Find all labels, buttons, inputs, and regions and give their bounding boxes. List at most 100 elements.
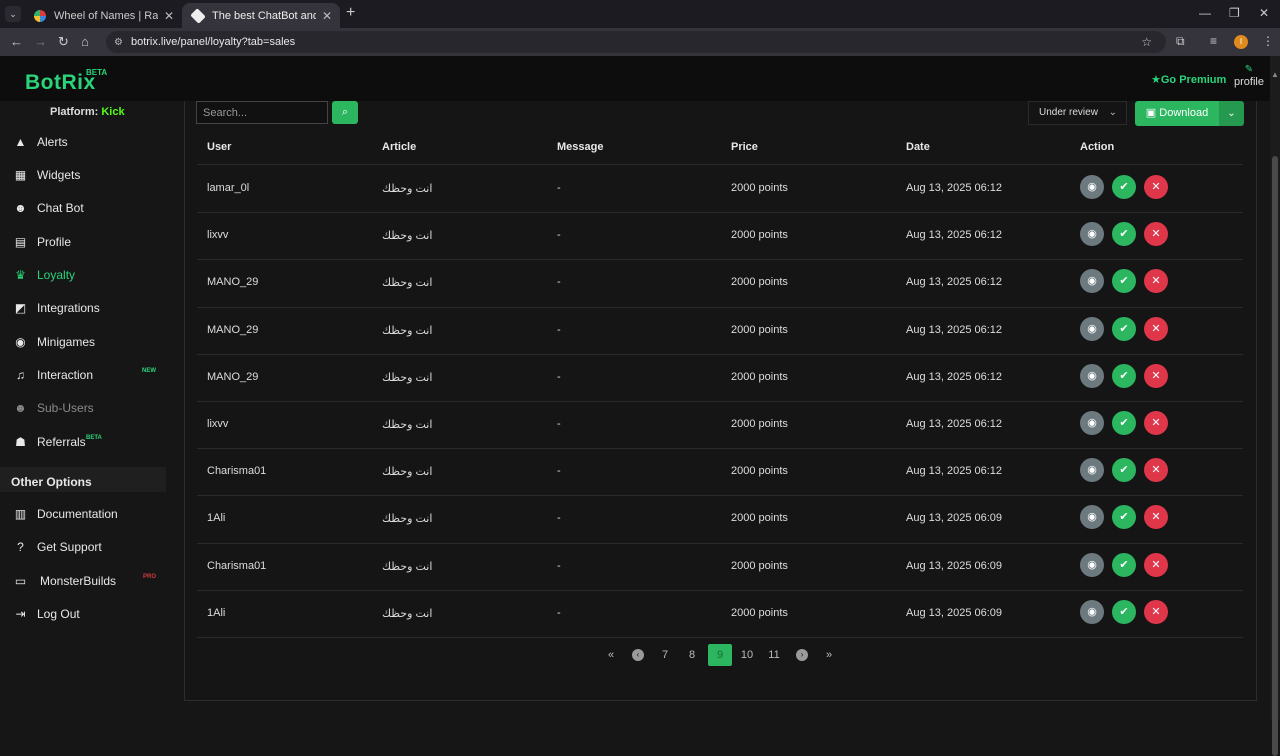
approve-button[interactable]: ✔ [1112,316,1136,341]
column-header-price[interactable]: Price [731,141,758,153]
view-button[interactable]: ◉ [1080,222,1104,247]
view-button[interactable]: ◉ [1080,411,1104,435]
sidebar-item-documentation[interactable]: ▥ Documentation [0,500,166,528]
page-7[interactable]: 7 [657,644,673,666]
home-icon[interactable]: ⌂ [81,34,89,49]
sidebar-item-get-support[interactable]: ? Get Support [0,533,166,561]
address-bar[interactable]: ⚙ botrix.live/panel/loyalty?tab=sales ☆ [106,31,1166,53]
cell-article: انت وحظك [382,419,433,431]
profile-link[interactable]: ✎ profile [1232,64,1266,88]
sidebar-item-interaction[interactable]: ♫ Interaction NEW [0,361,166,389]
go-premium-link[interactable]: ★Go Premium [1151,73,1226,86]
extensions-puzzle-icon[interactable]: ⧉ [1176,34,1185,49]
approve-button[interactable]: ✔ [1112,222,1136,247]
tab-title: Wheel of Names | Random name picker [54,9,158,22]
reject-button[interactable]: ✕ [1144,599,1168,624]
new-tab-plus-icon[interactable]: + [346,4,355,22]
tab-list-chevron-icon[interactable]: ⌄ [5,6,21,22]
sidebar-item-monsterbuilds[interactable]: ▭ MonsterBuilds PRO [0,567,166,595]
view-button[interactable]: ◉ [1080,175,1104,199]
view-button[interactable]: ◉ [1080,458,1104,483]
cell-date: Aug 13, 2025 06:12 [906,229,1003,242]
close-window-icon[interactable]: ✕ [1259,6,1269,20]
restore-window-icon[interactable]: ❐ [1229,6,1240,20]
check-icon: ✔ [1119,322,1129,335]
browser-profile-avatar[interactable]: I [1234,35,1248,49]
sidebar: Platform: Kick ▲ Alerts ▦ Widgets ☻ Chat… [0,101,166,720]
sidebar-item-loyalty[interactable]: ♛ Loyalty [0,261,166,289]
check-icon: ✔ [1119,275,1129,288]
page-11[interactable]: 11 [765,644,783,666]
approve-button[interactable]: ✔ [1112,552,1136,577]
scrollbar-thumb[interactable] [1272,156,1278,756]
approve-button[interactable]: ✔ [1112,411,1136,435]
sidebar-item-integrations[interactable]: ◩ Integrations [0,294,166,322]
view-button[interactable]: ◉ [1080,363,1104,388]
reload-icon[interactable]: ↻ [58,34,69,50]
minimize-window-icon[interactable]: — [1199,6,1211,20]
sidebar-item-widgets[interactable]: ▦ Widgets [0,161,166,189]
browser-tab-botrix[interactable]: The best ChatBot and Widgets for Kick ✕ [182,3,340,28]
column-header-article[interactable]: Article [382,141,416,153]
cell-message: - [557,465,561,478]
download-options-toggle[interactable]: ⌄ [1219,101,1244,126]
sidebar-item-sub-users[interactable]: ☻ Sub-Users [0,394,166,422]
reject-button[interactable]: ✕ [1144,316,1168,341]
check-icon: ✔ [1119,605,1129,618]
reject-button[interactable]: ✕ [1144,175,1168,199]
forward-arrow-icon[interactable]: → [34,34,47,49]
cell-user: lamar_0l [207,182,250,194]
download-button[interactable]: ▣ Download [1135,101,1219,126]
reject-button[interactable]: ✕ [1144,363,1168,388]
cell-price: 2000 points [731,229,788,242]
search-button[interactable]: ⌕ [332,101,358,124]
page-8[interactable]: 8 [684,644,700,666]
last-page-icon[interactable]: » [822,644,836,666]
column-header-user[interactable]: User [207,141,231,153]
media-queue-icon[interactable]: ≡ [1210,34,1217,48]
prev-page-icon[interactable]: ‹ [632,649,644,661]
reject-button[interactable]: ✕ [1144,458,1168,483]
page-9-current[interactable]: 9 [708,644,732,666]
close-icon: ✕ [1151,181,1161,193]
approve-button[interactable]: ✔ [1112,175,1136,199]
reject-button[interactable]: ✕ [1144,222,1168,247]
back-arrow-icon[interactable]: ← [10,34,23,49]
view-button[interactable]: ◉ [1080,316,1104,341]
column-header-date[interactable]: Date [906,141,930,153]
approve-button[interactable]: ✔ [1112,599,1136,624]
close-icon: ✕ [1151,275,1161,288]
view-button[interactable]: ◉ [1080,599,1104,624]
sidebar-item-log-out[interactable]: ⇥ Log Out [0,600,166,628]
browser-menu-kebab-icon[interactable]: ⋮ [1262,34,1274,48]
users-icon: ☻ [14,401,27,415]
page-scrollbar[interactable] [1270,56,1280,756]
sidebar-item-minigames[interactable]: ◉ Minigames [0,328,166,356]
approve-button[interactable]: ✔ [1112,363,1136,388]
browser-tab-wheel-of-names[interactable]: Wheel of Names | Random name picker ✕ [24,3,182,28]
approve-button[interactable]: ✔ [1112,458,1136,483]
chevron-down-icon: ⌄ [1108,107,1117,118]
view-button[interactable]: ◉ [1080,552,1104,577]
next-page-icon[interactable]: › [796,649,808,661]
sidebar-item-profile[interactable]: ▤ Profile [0,228,166,256]
close-tab-icon[interactable]: ✕ [164,9,174,23]
status-filter-select[interactable]: Under review ⌄ [1028,101,1127,125]
first-page-icon[interactable]: « [604,644,618,666]
search-icon: ⌕ [341,106,349,118]
sidebar-item-referrals[interactable]: ☗ Referrals BETA [0,428,166,456]
reject-button[interactable]: ✕ [1144,552,1168,577]
eye-icon: ◉ [1087,228,1097,241]
column-header-message[interactable]: Message [557,141,603,153]
cell-message: - [557,229,561,242]
bookmark-star-icon[interactable]: ☆ [1141,35,1152,49]
page-10[interactable]: 10 [738,644,756,666]
site-info-icon[interactable]: ⚙ [114,37,123,48]
search-input[interactable] [196,101,328,124]
eye-icon: ◉ [1087,275,1097,288]
scroll-up-arrow-icon[interactable]: ▲ [1271,70,1279,79]
reject-button[interactable]: ✕ [1144,411,1168,435]
sidebar-item-chat-bot[interactable]: ☻ Chat Bot [0,194,166,222]
sidebar-item-alerts[interactable]: ▲ Alerts [0,128,166,156]
close-tab-icon[interactable]: ✕ [322,9,332,23]
